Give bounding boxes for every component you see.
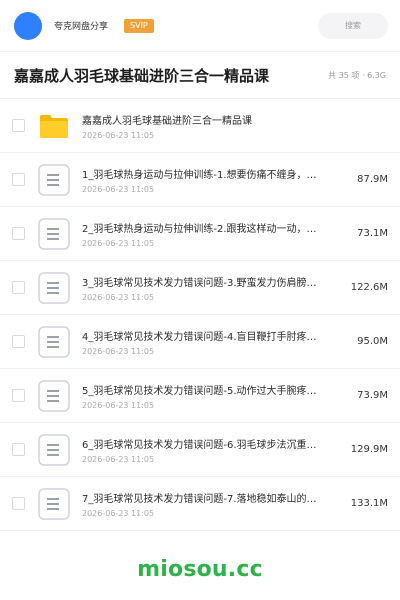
file-date: 2026-06-23 11:05 (82, 292, 155, 302)
file-info: 2_羽毛球热身运动与拉伸训练-2.跟我这样动一动，… 2026-06-23 11… (82, 220, 338, 248)
file-name: 2_羽毛球热身运动与拉伸训练-2.跟我这样动一动，… (82, 223, 317, 235)
document-icon (38, 271, 70, 304)
document-icon (38, 379, 70, 412)
search-input[interactable]: 搜索 (318, 12, 388, 39)
folder-icon (38, 110, 70, 142)
footer-watermark: miosou.cc (0, 538, 400, 600)
checkbox[interactable] (12, 335, 25, 348)
item-count-and-size: 共 35 项 · 6.3G (328, 70, 386, 81)
list-item-file[interactable]: 2_羽毛球热身运动与拉伸训练-2.跟我这样动一动，… 2026-06-23 11… (0, 207, 400, 261)
checkbox[interactable] (12, 497, 25, 510)
file-info: 4_羽毛球常见技术发力错误问题-4.盲目鞭打手肘疼… 2026-06-23 11… (82, 328, 338, 356)
file-date: 2026-06-23 11:05 (82, 454, 155, 464)
file-size: 73.1M (357, 228, 388, 239)
page-title: 嘉嘉成人羽毛球基础进阶三合一精品课 (14, 66, 270, 85)
app-name: 夸克网盘分享 (54, 22, 109, 32)
checkbox[interactable] (12, 173, 25, 186)
file-name: 5_羽毛球常见技术发力错误问题-5.动作过大手腕疼… (82, 385, 317, 397)
file-name: 7_羽毛球常见技术发力错误问题-7.落地稳如泰山的… (82, 493, 317, 505)
top-bar: 夸克网盘分享 SVIP 搜索 (0, 0, 400, 52)
checkbox[interactable] (12, 443, 25, 456)
file-size: 133.1M (350, 498, 388, 509)
list-item-file[interactable]: 5_羽毛球常见技术发力错误问题-5.动作过大手腕疼… 2026-06-23 11… (0, 369, 400, 423)
document-icon (38, 433, 70, 466)
list-item-file[interactable]: 1_羽毛球热身运动与拉伸训练-1.想要伤痛不缠身，… 2026-06-23 11… (0, 153, 400, 207)
brand-text: miosou.cc (137, 556, 263, 582)
file-date: 2026-06-23 11:05 (82, 346, 155, 356)
document-icon (38, 325, 70, 358)
file-info: 6_羽毛球常见技术发力错误问题-6.羽毛球步法沉重… 2026-06-23 11… (82, 436, 338, 464)
file-date: 2026-06-23 11:05 (82, 508, 155, 518)
file-info: 嘉嘉成人羽毛球基础进阶三合一精品课 2026-06-23 11:05 (82, 112, 388, 140)
list-item-file[interactable]: 7_羽毛球常见技术发力错误问题-7.落地稳如泰山的… 2026-06-23 11… (0, 477, 400, 531)
file-size: 122.6M (350, 282, 388, 293)
file-date: 2026-06-23 11:05 (82, 400, 155, 410)
document-icon (38, 487, 70, 520)
file-size: 87.9M (357, 174, 388, 185)
file-size: 129.9M (350, 444, 388, 455)
svip-badge[interactable]: SVIP (124, 18, 154, 33)
document-icon (38, 163, 70, 196)
list-item-file[interactable]: 3_羽毛球常见技术发力错误问题-3.野蛮发力伤肩膀… 2026-06-23 11… (0, 261, 400, 315)
file-info: 7_羽毛球常见技术发力错误问题-7.落地稳如泰山的… 2026-06-23 11… (82, 490, 338, 518)
list-item-folder[interactable]: 嘉嘉成人羽毛球基础进阶三合一精品课 2026-06-23 11:05 (0, 99, 400, 153)
search-placeholder: 搜索 (345, 21, 361, 30)
checkbox[interactable] (12, 281, 25, 294)
file-size: 73.9M (357, 390, 388, 401)
file-info: 5_羽毛球常见技术发力错误问题-5.动作过大手腕疼… 2026-06-23 11… (82, 382, 338, 410)
file-date: 2026-06-23 11:05 (82, 130, 155, 140)
file-info: 1_羽毛球热身运动与拉伸训练-1.想要伤痛不缠身，… 2026-06-23 11… (82, 166, 338, 194)
list-item-file[interactable]: 4_羽毛球常见技术发力错误问题-4.盲目鞭打手肘疼… 2026-06-23 11… (0, 315, 400, 369)
file-size: 95.0M (357, 336, 388, 347)
file-name: 4_羽毛球常见技术发力错误问题-4.盲目鞭打手肘疼… (82, 331, 317, 343)
document-icon (38, 217, 70, 250)
file-name: 嘉嘉成人羽毛球基础进阶三合一精品课 (82, 115, 252, 127)
file-name: 6_羽毛球常见技术发力错误问题-6.羽毛球步法沉重… (82, 439, 317, 451)
checkbox[interactable] (12, 227, 25, 240)
file-name: 1_羽毛球热身运动与拉伸训练-1.想要伤痛不缠身，… (82, 169, 317, 181)
list-item-file[interactable]: 6_羽毛球常见技术发力错误问题-6.羽毛球步法沉重… 2026-06-23 11… (0, 423, 400, 477)
meta-text: 共 35 项 · 6.3G (328, 70, 386, 80)
checkbox[interactable] (12, 119, 25, 132)
file-date: 2026-06-23 11:05 (82, 184, 155, 194)
file-info: 3_羽毛球常见技术发力错误问题-3.野蛮发力伤肩膀… 2026-06-23 11… (82, 274, 338, 302)
file-list: 嘉嘉成人羽毛球基础进阶三合一精品课 2026-06-23 11:05 1_羽毛球… (0, 99, 400, 531)
file-name: 3_羽毛球常见技术发力错误问题-3.野蛮发力伤肩膀… (82, 277, 317, 289)
avatar[interactable] (14, 11, 42, 40)
checkbox[interactable] (12, 389, 25, 402)
file-date: 2026-06-23 11:05 (82, 238, 155, 248)
page-header: 嘉嘉成人羽毛球基础进阶三合一精品课 共 35 项 · 6.3G (0, 52, 400, 99)
